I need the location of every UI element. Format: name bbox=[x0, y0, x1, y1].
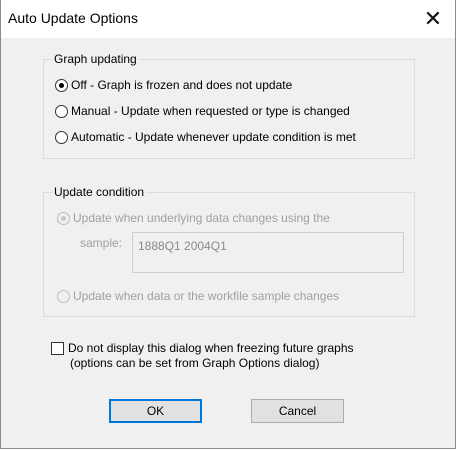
graph-updating-legend: Graph updating bbox=[52, 52, 139, 66]
radio-off-label[interactable]: Off - Graph is frozen and does not updat… bbox=[71, 78, 292, 92]
dont-show-text[interactable]: Do not display this dialog when freezing… bbox=[68, 341, 354, 371]
dialog-title: Auto Update Options bbox=[8, 10, 138, 26]
sample-label: sample: bbox=[80, 236, 123, 250]
radio-off-indicator[interactable] bbox=[55, 78, 68, 92]
radio-automatic-label[interactable]: Automatic - Update whenever update condi… bbox=[71, 130, 356, 144]
radio-off[interactable]: Off - Graph is frozen and does not updat… bbox=[55, 78, 292, 92]
radio-data-changes[interactable]: Update when underlying data changes usin… bbox=[57, 211, 330, 225]
radio-sample-changes-indicator[interactable] bbox=[57, 289, 70, 303]
cancel-button[interactable]: Cancel bbox=[251, 399, 344, 423]
radio-data-changes-indicator[interactable] bbox=[57, 211, 70, 225]
radio-manual-indicator[interactable] bbox=[55, 104, 68, 118]
dont-show-line1[interactable]: Do not display this dialog when freezing… bbox=[68, 341, 354, 356]
title-bar: Auto Update Options ✕ bbox=[1, 0, 455, 38]
radio-manual-label[interactable]: Manual - Update when requested or type i… bbox=[71, 104, 350, 118]
sample-value: 1888Q1 2004Q1 bbox=[138, 239, 227, 253]
auto-update-options-dialog: Auto Update Options ✕ Graph updating Off… bbox=[0, 0, 456, 449]
update-condition-legend: Update condition bbox=[52, 185, 147, 199]
close-icon[interactable]: ✕ bbox=[411, 0, 455, 38]
dont-show-checkbox-row[interactable]: Do not display this dialog when freezing… bbox=[51, 341, 354, 371]
radio-automatic-indicator[interactable] bbox=[55, 130, 68, 144]
radio-automatic[interactable]: Automatic - Update whenever update condi… bbox=[55, 130, 356, 144]
radio-manual[interactable]: Manual - Update when requested or type i… bbox=[55, 104, 350, 118]
dont-show-checkbox[interactable] bbox=[51, 342, 64, 355]
sample-input[interactable]: 1888Q1 2004Q1 bbox=[132, 232, 404, 273]
radio-sample-changes[interactable]: Update when data or the workfile sample … bbox=[57, 289, 339, 303]
radio-sample-changes-label[interactable]: Update when data or the workfile sample … bbox=[73, 289, 339, 303]
radio-data-changes-label[interactable]: Update when underlying data changes usin… bbox=[73, 211, 330, 225]
dont-show-line2[interactable]: (options can be set from Graph Options d… bbox=[68, 356, 354, 371]
ok-button[interactable]: OK bbox=[109, 399, 202, 423]
